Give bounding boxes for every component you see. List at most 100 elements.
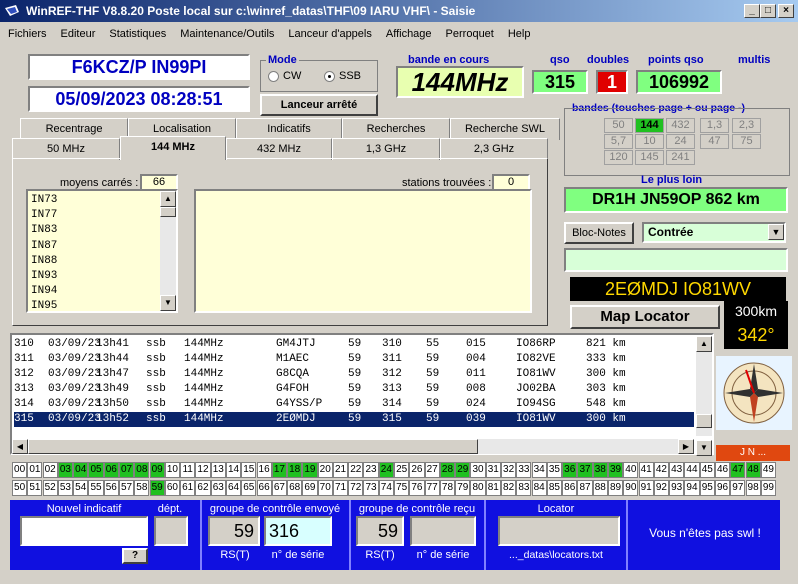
log-cell-call: 2EØMDJ: [276, 413, 316, 425]
current-call-locator: 2EØMDJ IO81WV: [570, 277, 786, 301]
list-item[interactable]: IN83: [31, 223, 57, 238]
tab-recentrage[interactable]: Recentrage: [20, 118, 128, 140]
tab-indicatifs[interactable]: Indicatifs: [236, 118, 342, 140]
band-120[interactable]: 120: [604, 150, 633, 165]
scroll-thumb[interactable]: [160, 207, 176, 217]
log-cell-call: G4FOH: [276, 383, 310, 395]
tab-144mhz[interactable]: 144 MHz: [120, 136, 226, 160]
squares-list[interactable]: IN73 IN77 IN83 IN87 IN88 IN93 IN94 IN95 …: [26, 189, 178, 313]
tab-50mhz[interactable]: 50 MHz: [12, 138, 120, 160]
scroll-right-icon[interactable]: ▶: [678, 439, 694, 454]
nouvel-indicatif-input[interactable]: [20, 516, 148, 546]
band-144[interactable]: 144: [635, 118, 664, 133]
table-row[interactable]: 311 03/09/23 13h44 ssb 144MHz M1AEC 59 311 59 004…: [14, 352, 694, 367]
serial-cell: 38: [592, 462, 608, 478]
band-10[interactable]: 10: [635, 134, 664, 149]
table-row[interactable]: 314 03/09/23 13h50 ssb 144MHz G4YSS/P 59 314 59 0…: [14, 397, 694, 412]
scroll-down-icon[interactable]: ▼: [160, 295, 176, 311]
mode-ssb-radio[interactable]: SSB: [324, 70, 361, 82]
contree-select[interactable]: Contrée ▼: [642, 222, 786, 243]
serial-cell: 15: [241, 462, 257, 478]
log-hscrollbar[interactable]: ◀ ▶: [12, 439, 694, 454]
radio-checked-icon: [324, 70, 335, 82]
menu-help[interactable]: Help: [500, 28, 537, 40]
list-item[interactable]: IN93: [31, 269, 57, 284]
list-item[interactable]: IN87: [31, 239, 57, 254]
serial-cell: 10: [164, 462, 180, 478]
menu-affichage[interactable]: Affichage: [378, 28, 438, 40]
band-2-3[interactable]: 2,3: [732, 118, 761, 133]
locator-input[interactable]: [498, 516, 620, 546]
rs-sent-input[interactable]: 59: [208, 516, 260, 546]
chevron-down-icon[interactable]: ▼: [768, 224, 784, 240]
serial-recv-input[interactable]: [410, 516, 476, 546]
band-24[interactable]: 24: [666, 134, 695, 149]
serial-cell: 41: [638, 462, 654, 478]
table-row[interactable]: 315 03/09/23 13h52 ssb 144MHz 2EØMDJ 59 315 59 03…: [14, 412, 694, 427]
tab-recherche-swl[interactable]: Recherche SWL: [450, 118, 560, 140]
menu-editeur[interactable]: Editeur: [53, 28, 102, 40]
serial-cell: 12: [195, 462, 211, 478]
stations-list[interactable]: [194, 189, 532, 313]
table-row[interactable]: 312 03/09/23 13h47 ssb 144MHz G8CQA 59 312 59 011…: [14, 367, 694, 382]
band-1-3[interactable]: 1,3: [700, 118, 729, 133]
rs-recv-input[interactable]: 59: [356, 516, 404, 546]
list-item[interactable]: IN88: [31, 254, 57, 269]
list-item[interactable]: IN77: [31, 208, 57, 223]
table-row[interactable]: 310 03/09/23 13h41 ssb 144MHz GM4JTJ 59 310 55 01…: [14, 337, 694, 352]
log-cell-rs: 59: [348, 413, 362, 425]
serial-cell: 84: [531, 480, 547, 496]
menu-maintenance[interactable]: Maintenance/Outils: [172, 28, 280, 40]
log-cell-sn: 314: [382, 398, 402, 410]
tab-2-3ghz[interactable]: 2,3 GHz: [440, 138, 548, 160]
tab-recherches[interactable]: Recherches: [342, 118, 450, 140]
list-item[interactable]: IN94: [31, 284, 57, 299]
scroll-down-icon[interactable]: ▼: [696, 440, 712, 456]
serial-sent-input[interactable]: 316: [264, 516, 332, 546]
log-cell-rr: 59: [426, 368, 440, 380]
scroll-up-icon[interactable]: ▲: [160, 191, 176, 207]
hscroll-thumb[interactable]: [28, 439, 478, 454]
band-145[interactable]: 145: [635, 150, 664, 165]
band-432[interactable]: 432: [666, 118, 695, 133]
log-cell-km: 300 km: [586, 368, 626, 380]
list-item[interactable]: IN73: [31, 193, 57, 208]
log-cell-rr: 59: [426, 383, 440, 395]
bloc-notes-button[interactable]: Bloc-Notes: [564, 222, 634, 244]
menu-fichiers[interactable]: Fichiers: [0, 28, 53, 40]
band-47[interactable]: 47: [700, 134, 729, 149]
serial-cell: 99: [760, 480, 776, 496]
help-button[interactable]: ?: [122, 548, 148, 564]
list-item[interactable]: IN95: [31, 299, 57, 314]
log-cell-date: 03/09/23: [48, 413, 101, 425]
band-241[interactable]: 241: [666, 150, 695, 165]
dept-input[interactable]: [154, 516, 188, 546]
band-5-7[interactable]: 5,7: [604, 134, 633, 149]
serial-cell: 07: [118, 462, 135, 478]
band-50[interactable]: 50: [604, 118, 633, 133]
squares-scrollbar[interactable]: ▲ ▼: [160, 191, 176, 311]
scroll-left-icon[interactable]: ◀: [12, 439, 28, 454]
mode-cw-radio[interactable]: CW: [268, 70, 301, 82]
maximize-icon[interactable]: □: [760, 4, 776, 18]
tab-432mhz[interactable]: 432 MHz: [226, 138, 332, 160]
serial-cell: 59: [149, 480, 165, 496]
map-locator-button[interactable]: Map Locator: [570, 305, 720, 329]
log-cell-rs: 59: [348, 338, 362, 350]
scroll-up-icon[interactable]: ▲: [696, 336, 712, 352]
log-cell-rr: 59: [426, 398, 440, 410]
tab-1-3ghz[interactable]: 1,3 GHz: [332, 138, 440, 160]
menu-lanceur[interactable]: Lanceur d'appels: [280, 28, 377, 40]
menu-perroquet[interactable]: Perroquet: [438, 28, 500, 40]
scroll-thumb[interactable]: [696, 414, 712, 428]
table-row[interactable]: 313 03/09/23 13h49 ssb 144MHz G4FOH 59 313 59 008…: [14, 382, 694, 397]
log-cell-n: 313: [14, 383, 34, 395]
band-75[interactable]: 75: [732, 134, 761, 149]
minimize-button[interactable]: _: [744, 4, 760, 18]
log-cell-n: 311: [14, 353, 34, 365]
lanceur-button[interactable]: Lanceur arrêté: [260, 94, 378, 116]
close-button[interactable]: ×: [778, 4, 794, 18]
log-cell-loc: IO81WV: [516, 368, 556, 380]
log-scrollbar[interactable]: ▲ ▼: [696, 336, 712, 456]
menu-statistiques[interactable]: Statistiques: [101, 28, 172, 40]
